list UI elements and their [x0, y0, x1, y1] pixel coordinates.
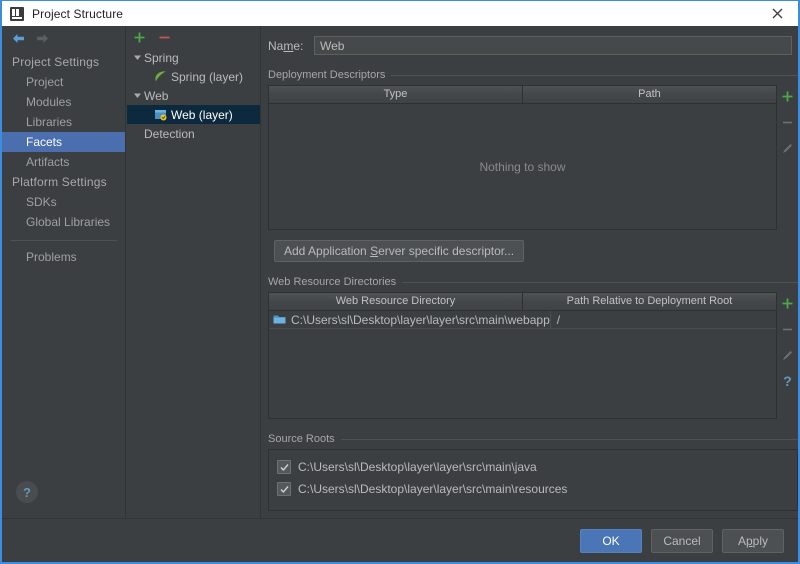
facets-tree-panel: Spring Spring (layer) Web Web (layer) De… [127, 26, 261, 520]
table-row[interactable]: C:\Users\sl\Desktop\layer\layer\src\main… [269, 311, 776, 329]
web-resource-directories-section: Web Resource Directories Web Resource Di… [262, 276, 798, 419]
sidebar-list: Project Settings Project Modules Librari… [2, 50, 125, 267]
sidebar-item-sdks[interactable]: SDKs [2, 192, 125, 212]
sidebar-item-global-libraries[interactable]: Global Libraries [2, 212, 125, 232]
web-resource-directory-cell: C:\Users\sl\Desktop\layer\layer\src\main… [269, 311, 551, 328]
source-roots-section: Source Roots C:\Users\sl\Desktop\layer\l… [262, 433, 798, 511]
web-resource-directories-table[interactable]: Web Resource Directory Path Relative to … [268, 292, 777, 419]
tree-node-web-layer[interactable]: Web (layer) [127, 105, 260, 124]
add-descriptor-button[interactable] [779, 87, 797, 105]
plus-icon[interactable] [133, 31, 146, 44]
table-empty-message: Nothing to show [479, 159, 566, 174]
table-body: C:\Users\sl\Desktop\layer\layer\src\main… [269, 311, 776, 418]
minus-icon[interactable] [158, 31, 171, 44]
column-header-web-resource-directory[interactable]: Web Resource Directory [269, 293, 522, 310]
tree-node-spring-layer[interactable]: Spring (layer) [127, 67, 260, 86]
sidebar-item-modules[interactable]: Modules [2, 92, 125, 112]
chevron-down-icon[interactable] [131, 53, 144, 62]
deployment-descriptors-title: Deployment Descriptors [268, 69, 798, 81]
tree-node-label: Spring [144, 50, 179, 65]
tree-node-label: Spring (layer) [171, 69, 244, 84]
question-icon[interactable]: ? [779, 372, 797, 390]
section-rule [402, 281, 798, 283]
edit-web-resource-button[interactable] [779, 346, 797, 364]
arrow-right-icon [36, 33, 49, 44]
sidebar-item-project[interactable]: Project [2, 72, 125, 92]
help-button[interactable]: ? [16, 481, 38, 503]
table-header: Type Path [269, 86, 776, 104]
source-root-checkbox[interactable] [277, 482, 291, 496]
web-facet-icon [152, 108, 168, 121]
source-root-checkbox[interactable] [277, 460, 291, 474]
tree-node-web[interactable]: Web [127, 86, 260, 105]
source-roots-title: Source Roots [268, 433, 798, 445]
navigation-arrows [2, 26, 125, 50]
column-header-type[interactable]: Type [269, 86, 522, 103]
sidebar-item-artifacts[interactable]: Artifacts [2, 152, 125, 172]
sidebar-item-facets[interactable]: Facets [2, 132, 125, 152]
name-row: Name: [262, 26, 798, 55]
web-resource-directory-path: C:\Users\sl\Desktop\layer\layer\src\main… [291, 312, 550, 327]
ok-button[interactable]: OK [580, 528, 642, 553]
deployment-descriptors-toolbar [777, 85, 798, 230]
sidebar-divider [10, 240, 117, 241]
name-label: Name: [268, 38, 304, 53]
source-root-label: C:\Users\sl\Desktop\layer\layer\src\main… [298, 482, 568, 496]
web-resource-directories-toolbar: ? [777, 292, 798, 419]
column-header-path[interactable]: Path [522, 86, 776, 103]
source-roots-list: C:\Users\sl\Desktop\layer\layer\src\main… [268, 449, 798, 511]
tree-node-label: Web (layer) [171, 107, 233, 122]
deployment-descriptors-table[interactable]: Type Path Nothing to show [268, 85, 777, 230]
chevron-down-icon[interactable] [131, 91, 144, 100]
source-root-label: C:\Users\sl\Desktop\layer\layer\src\main… [298, 460, 537, 474]
title-bar: Project Structure [2, 0, 798, 26]
apply-button[interactable]: Ap ply [722, 528, 784, 553]
add-application-server-descriptor-button[interactable]: Add Application Server specific descript… [274, 240, 525, 262]
sidebar-group-platform-settings: Platform Settings [12, 175, 107, 189]
column-header-path-relative[interactable]: Path Relative to Deployment Root [522, 293, 776, 310]
sidebar-item-libraries[interactable]: Libraries [2, 112, 125, 132]
section-label: Web Resource Directories [268, 276, 397, 288]
project-structure-icon [9, 6, 25, 22]
close-icon[interactable] [754, 1, 798, 26]
dialog-footer: OK Cancel Ap ply [2, 518, 798, 562]
cancel-button[interactable]: Cancel [651, 528, 713, 553]
tree-node-detection[interactable]: Detection [127, 124, 260, 143]
add-web-resource-button[interactable] [779, 294, 797, 312]
web-resource-directories-title: Web Resource Directories [268, 276, 798, 288]
sidebar-item-problems[interactable]: Problems [2, 247, 125, 267]
tree-node-label: Web [144, 88, 169, 103]
section-rule [340, 438, 798, 440]
facet-detail-panel: Name: Deployment Descriptors Type Path N… [262, 26, 798, 520]
name-input[interactable] [314, 36, 792, 55]
source-root-item-resources[interactable]: C:\Users\sl\Desktop\layer\layer\src\main… [269, 478, 797, 500]
project-structure-dialog: Project Structure Project Settings Proje… [0, 0, 800, 564]
spring-leaf-icon [152, 70, 168, 83]
source-root-item-java[interactable]: C:\Users\sl\Desktop\layer\layer\src\main… [269, 456, 797, 478]
settings-sidebar: Project Settings Project Modules Librari… [2, 26, 126, 520]
remove-web-resource-button[interactable] [779, 320, 797, 338]
arrow-left-icon[interactable] [12, 33, 25, 44]
relative-path-cell: / [556, 312, 561, 327]
edit-descriptor-button[interactable] [779, 139, 797, 157]
table-header: Web Resource Directory Path Relative to … [269, 293, 776, 311]
add-descriptor-row: Add Application Server specific descript… [268, 240, 798, 262]
remove-descriptor-button[interactable] [779, 113, 797, 131]
sidebar-group-project-settings: Project Settings [12, 55, 100, 69]
tree-node-label: Detection [144, 126, 195, 141]
section-label: Deployment Descriptors [268, 69, 386, 81]
section-rule [391, 74, 798, 76]
section-label: Source Roots [268, 433, 335, 445]
deployment-descriptors-section: Deployment Descriptors Type Path Nothing… [262, 69, 798, 262]
tree-node-spring[interactable]: Spring [127, 48, 260, 67]
folder-icon [273, 313, 287, 327]
window-title: Project Structure [32, 6, 124, 21]
facets-tree-toolbar [127, 26, 260, 48]
